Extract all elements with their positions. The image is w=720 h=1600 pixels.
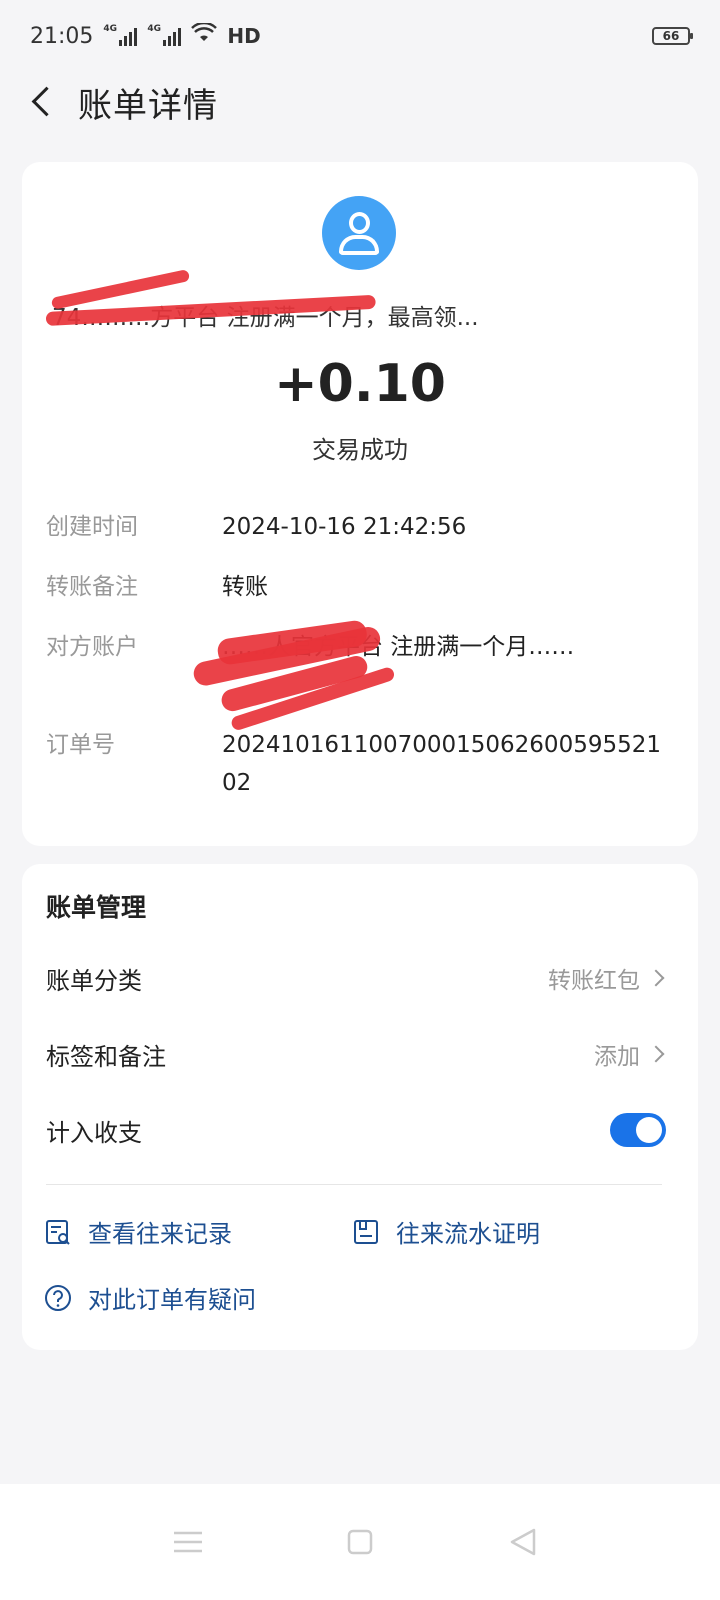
section-title: 账单管理 [46, 893, 147, 922]
user-avatar-icon [322, 196, 396, 270]
statement-proof-label: 往来流水证明 [396, 1220, 540, 1248]
transaction-card: 74………方平台 注册满一个月，最高领... +0.10 交易成功 创建时间 2… [22, 162, 698, 846]
signal-icon-2: 4G [147, 24, 182, 46]
detail-label: 对方账户 [46, 634, 138, 660]
include-income-toggle[interactable] [610, 1113, 666, 1147]
tags-remarks-value: 添加 [594, 1044, 640, 1070]
wifi-icon [191, 21, 218, 49]
statement-proof-link[interactable]: 往来流水证明 [352, 1214, 540, 1249]
system-nav-bar [0, 1484, 720, 1600]
order-question-label: 对此订单有疑问 [88, 1286, 256, 1314]
include-income-row: 计入收支 [46, 1110, 666, 1150]
status-time: 21:05 [30, 23, 94, 49]
transaction-status: 交易成功 [312, 436, 408, 464]
detail-value: 20241016110070001506260059552102 [222, 732, 661, 796]
detail-value: 转账 [222, 574, 268, 600]
home-icon[interactable] [340, 1522, 380, 1562]
view-history-link[interactable]: 查看往来记录 [44, 1214, 232, 1249]
hd-indicator: HD [227, 24, 261, 48]
tags-remarks-row[interactable]: 标签和备注 添加 [46, 1034, 666, 1074]
view-history-label: 查看往来记录 [88, 1220, 232, 1248]
bill-category-row[interactable]: 账单分类 转账红包 [46, 958, 666, 998]
chevron-right-icon [647, 969, 665, 987]
bill-category-label: 账单分类 [46, 966, 142, 995]
page-title: 账单详情 [78, 85, 218, 126]
status-bar: 21:05 4G 4G HD 66 [0, 0, 720, 72]
detail-value: 2024-10-16 21:42:56 [222, 514, 467, 540]
order-question-link[interactable]: 对此订单有疑问 [44, 1280, 256, 1315]
bill-category-value: 转账红包 [548, 968, 640, 994]
detail-label: 转账备注 [46, 574, 138, 600]
header: 账单详情 [0, 72, 720, 132]
amount: +0.10 [274, 354, 446, 414]
detail-label: 订单号 [46, 732, 115, 758]
certificate-icon [354, 1219, 378, 1244]
back-arrow-icon[interactable] [28, 87, 58, 117]
tags-remarks-label: 标签和备注 [46, 1042, 166, 1071]
battery-icon: 66 [652, 27, 693, 45]
question-icon [45, 1284, 71, 1311]
bill-management-card: 账单管理 账单分类 转账红包 标签和备注 添加 计入收支 查看往来记录 往来流水… [22, 864, 698, 1350]
menu-icon[interactable] [168, 1522, 208, 1562]
include-income-label: 计入收支 [46, 1118, 142, 1147]
signal-icon: 4G [103, 24, 138, 46]
divider [46, 1184, 662, 1185]
chevron-right-icon [647, 1045, 665, 1063]
detail-label: 创建时间 [46, 514, 138, 540]
record-search-icon [46, 1219, 70, 1245]
back-icon[interactable] [504, 1522, 544, 1562]
